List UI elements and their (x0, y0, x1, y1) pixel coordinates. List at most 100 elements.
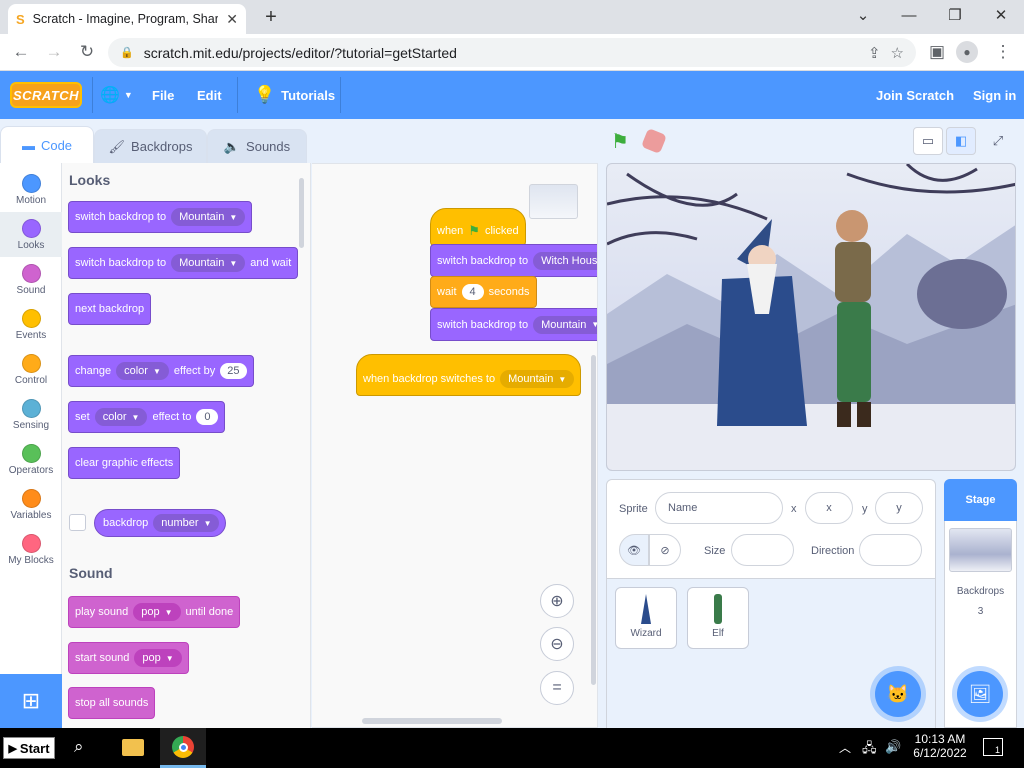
volume-icon[interactable]: 🔊 (885, 739, 901, 755)
backdrop-dropdown[interactable]: Mountain ▼ (171, 254, 246, 272)
category-operators[interactable]: Operators (0, 437, 62, 482)
tutorials-button[interactable]: 💡 Tutorials (254, 71, 335, 119)
x-input[interactable]: x (805, 492, 853, 524)
number-input[interactable]: 4 (461, 284, 484, 300)
palette-scrollbar[interactable] (299, 178, 304, 248)
category-sound[interactable]: Sound (0, 257, 62, 302)
category-variables[interactable]: Variables (0, 482, 62, 527)
category-motion[interactable]: Motion (0, 167, 62, 212)
clock[interactable]: 10:13 AM 6/12/2022 (912, 732, 968, 760)
close-tab-icon[interactable]: ✕ (226, 11, 238, 28)
show-sprite-button[interactable]: 👁 (619, 534, 649, 566)
next-backdrop-block[interactable]: next backdrop (68, 293, 152, 325)
switch-backdrop-block[interactable]: switch backdrop to Mountain ▼ (68, 201, 253, 233)
when-flag-clicked-block[interactable]: when ⚑ clicked (430, 208, 526, 246)
backdrop-dropdown[interactable]: Witch House (533, 251, 597, 270)
stage-canvas[interactable] (606, 163, 1016, 471)
minimize-button[interactable]: — (886, 0, 932, 30)
profile-avatar-icon[interactable]: ● (956, 41, 978, 63)
backdrop-dropdown[interactable]: Mountain ▼ (533, 315, 597, 334)
script-horizontal-scrollbar[interactable] (362, 718, 502, 724)
notifications-icon[interactable]: 1 (983, 738, 1003, 756)
dropdown-value: Mountain (179, 257, 225, 269)
choose-backdrop-button[interactable]: 🖼 (957, 671, 1003, 717)
script-switch-backdrop-block[interactable]: switch backdrop to Witch House (430, 244, 597, 277)
chevron-down-icon[interactable]: ⌄ (840, 0, 886, 30)
category-my-blocks[interactable]: My Blocks (0, 527, 62, 572)
language-menu[interactable]: 🌐 ▼ (100, 71, 133, 119)
effect-dropdown[interactable]: color ▼ (116, 362, 169, 380)
backdrop-dropdown[interactable]: Mountain ▼ (500, 370, 575, 388)
more-menu-icon[interactable]: ⋮ (990, 39, 1016, 65)
chevron-up-icon[interactable]: ︿ (839, 739, 851, 756)
wait-seconds-block[interactable]: wait 4 seconds (430, 276, 537, 308)
tab-sounds[interactable]: 🔈 Sounds (207, 129, 307, 164)
change-effect-block[interactable]: change color ▼ effect by 25 (68, 355, 254, 387)
backdrop-attr-dropdown[interactable]: number ▼ (153, 514, 220, 532)
fullscreen-button[interactable]: ⤢ (983, 127, 1013, 155)
category-events[interactable]: Events (0, 302, 62, 347)
back-arrow-icon[interactable]: ← (8, 39, 34, 65)
block-text: start sound (75, 652, 130, 664)
when-backdrop-switches-block[interactable]: when backdrop switches to Mountain ▼ (356, 354, 582, 396)
restore-button[interactable]: ❐ (932, 0, 978, 30)
tab-backdrops[interactable]: 🖌 Backdrops (94, 129, 207, 164)
backdrop-dropdown[interactable]: Mountain ▼ (171, 208, 246, 226)
share-icon[interactable]: ⇪ (868, 44, 881, 62)
sprite-name-input[interactable]: Name (655, 492, 783, 524)
sound-dropdown[interactable]: pop ▼ (133, 603, 181, 621)
zoom-reset-button[interactable]: = (540, 671, 574, 705)
y-input[interactable]: y (875, 492, 923, 524)
direction-input[interactable] (859, 534, 922, 566)
effect-dropdown[interactable]: color ▼ (94, 408, 148, 426)
category-looks[interactable]: Looks (0, 212, 62, 257)
zoom-out-button[interactable]: ⊖ (540, 627, 574, 661)
sprite-tile-elf[interactable]: Elf (687, 587, 749, 649)
set-effect-block[interactable]: set color ▼ effect to 0 (68, 401, 226, 433)
sidebar-icon[interactable]: ▣ (924, 39, 950, 65)
start-button[interactable]: ▶ Start (3, 737, 55, 759)
hide-sprite-button[interactable]: ⊘ (649, 534, 681, 566)
normal-stage-button[interactable]: ◧ (946, 127, 976, 155)
choose-sprite-button[interactable]: 🐱 (875, 671, 921, 717)
green-flag-button[interactable]: ⚑ (611, 129, 629, 154)
clear-graphic-effects-block[interactable]: clear graphic effects (68, 447, 181, 479)
zoom-in-button[interactable]: ⊕ (540, 584, 574, 618)
join-scratch-link[interactable]: Join Scratch (876, 71, 954, 119)
sound-dropdown[interactable]: pop ▼ (134, 649, 182, 667)
file-explorer-icon[interactable] (122, 739, 144, 756)
script-area[interactable]: when ⚑ clicked switch backdrop to Witch … (312, 163, 598, 728)
bookmark-star-icon[interactable]: ☆ (891, 44, 904, 62)
category-sensing[interactable]: Sensing (0, 392, 62, 437)
switch-backdrop-and-wait-block[interactable]: switch backdrop to Mountain ▼ and wait (68, 247, 299, 279)
reload-icon[interactable]: ↻ (74, 39, 100, 65)
number-input[interactable]: 0 (196, 409, 219, 425)
number-input[interactable]: 25 (220, 363, 247, 379)
size-input[interactable] (731, 534, 794, 566)
stop-all-sounds-block[interactable]: stop all sounds (68, 687, 156, 719)
edit-menu[interactable]: Edit (197, 71, 222, 119)
start-sound-block[interactable]: start sound pop ▼ (68, 642, 189, 674)
new-tab-button[interactable]: + (258, 4, 284, 30)
search-icon[interactable]: ⌕ (74, 737, 84, 757)
sign-in-link[interactable]: Sign in (973, 71, 1016, 119)
add-extension-button[interactable]: ⊞ (0, 674, 62, 728)
backdrop-number-reporter[interactable]: backdrop number ▼ (94, 509, 227, 537)
category-control[interactable]: Control (0, 347, 62, 392)
monitor-checkbox[interactable] (69, 514, 86, 531)
forward-arrow-icon[interactable]: → (41, 39, 67, 65)
scratch-logo[interactable]: SCRATCH (10, 82, 82, 108)
small-stage-button[interactable]: ▭ (913, 127, 943, 155)
network-icon[interactable]: 🖧 (862, 739, 877, 761)
script-vertical-scrollbar[interactable] (591, 355, 596, 685)
sprite-tile-wizard[interactable]: Wizard (615, 587, 677, 649)
url-bar[interactable]: 🔒 scratch.mit.edu/projects/editor/?tutor… (108, 38, 916, 67)
close-window-button[interactable]: ✕ (978, 0, 1024, 30)
browser-tab[interactable]: S Scratch - Imagine, Program, Shar ✕ (8, 4, 246, 34)
file-menu[interactable]: File (152, 71, 174, 119)
script-switch-backdrop-mountain-block[interactable]: switch backdrop to Mountain ▼ (430, 308, 597, 341)
tab-code[interactable]: ▬ Code (0, 126, 94, 164)
block-text: and wait (250, 257, 292, 269)
chrome-taskbar-item[interactable] (160, 728, 206, 768)
play-sound-until-done-block[interactable]: play sound pop ▼ until done (68, 596, 241, 628)
